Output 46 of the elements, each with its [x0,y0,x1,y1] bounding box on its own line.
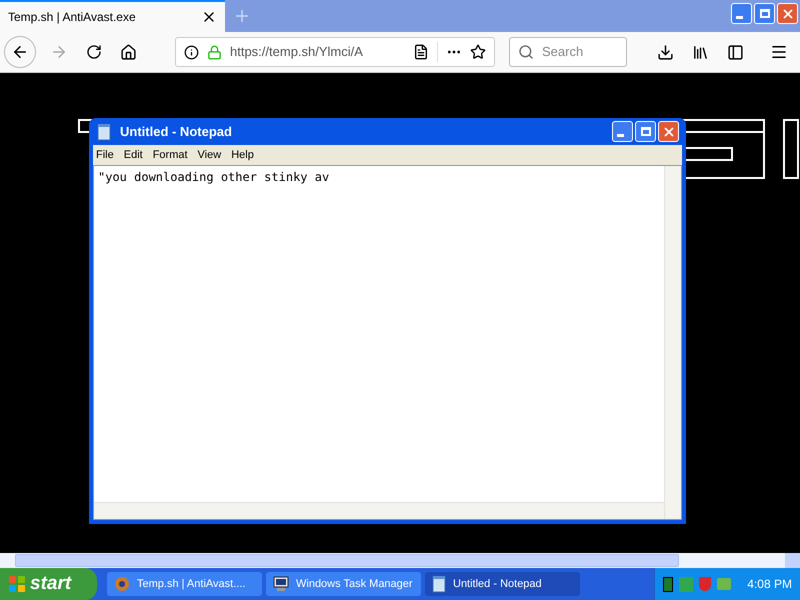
menu-item[interactable]: Format [152,146,188,164]
close-button[interactable] [658,121,679,142]
minimize-button[interactable] [612,121,633,142]
home-icon[interactable] [120,44,137,60]
search-icon [518,44,534,60]
menu-item[interactable]: Help [231,146,254,164]
sidebar-icon[interactable] [727,44,744,60]
library-icon[interactable] [692,44,709,60]
taskbar-button[interactable]: Temp.sh | AntiAvast.... [107,572,262,596]
download-icon[interactable] [657,44,674,60]
browser-tab[interactable]: Temp.sh | AntiAvast.exe [0,0,225,32]
menu-item[interactable]: File [96,146,114,164]
close-button[interactable] [777,3,798,24]
start-button[interactable]: start [0,568,97,600]
menu-icon[interactable] [770,43,788,61]
bookmark-icon[interactable] [470,44,486,60]
maximize-button[interactable] [754,3,775,24]
address-bar[interactable]: https://temp.sh/Ylmci/A [175,37,495,67]
horizontal-scrollbar[interactable] [94,502,664,519]
url-text: https://temp.sh/Ylmci/A [230,43,364,62]
forward-icon[interactable] [50,43,68,61]
reload-icon[interactable] [86,44,102,60]
vertical-scrollbar[interactable] [664,166,681,519]
back-button[interactable] [4,36,36,68]
menu-item[interactable]: Edit [124,146,143,164]
minimize-button[interactable] [731,3,752,24]
menu-item[interactable]: View [198,146,222,164]
reader-icon[interactable] [413,44,429,60]
clock: 4:08 PM [747,576,792,593]
close-icon [662,124,676,138]
taskbar-button[interactable]: Windows Task Manager [266,572,421,596]
windows-logo-icon [8,575,26,593]
close-icon [780,6,794,20]
search-input[interactable]: Search [542,42,612,62]
window-title: Untitled - Notepad [120,122,233,141]
computer-icon [272,575,290,593]
maximize-button[interactable] [635,121,656,142]
notepad-icon [96,122,112,140]
horizontal-scrollbar[interactable] [0,553,800,568]
scrollbar-thumb[interactable] [15,554,679,567]
lock-icon [207,44,222,60]
search-field[interactable]: Search [509,37,627,67]
info-icon [184,44,199,60]
taskbar-button[interactable]: Untitled - Notepad [425,572,580,596]
notepad-icon [431,575,447,593]
shield-icon [699,577,711,591]
